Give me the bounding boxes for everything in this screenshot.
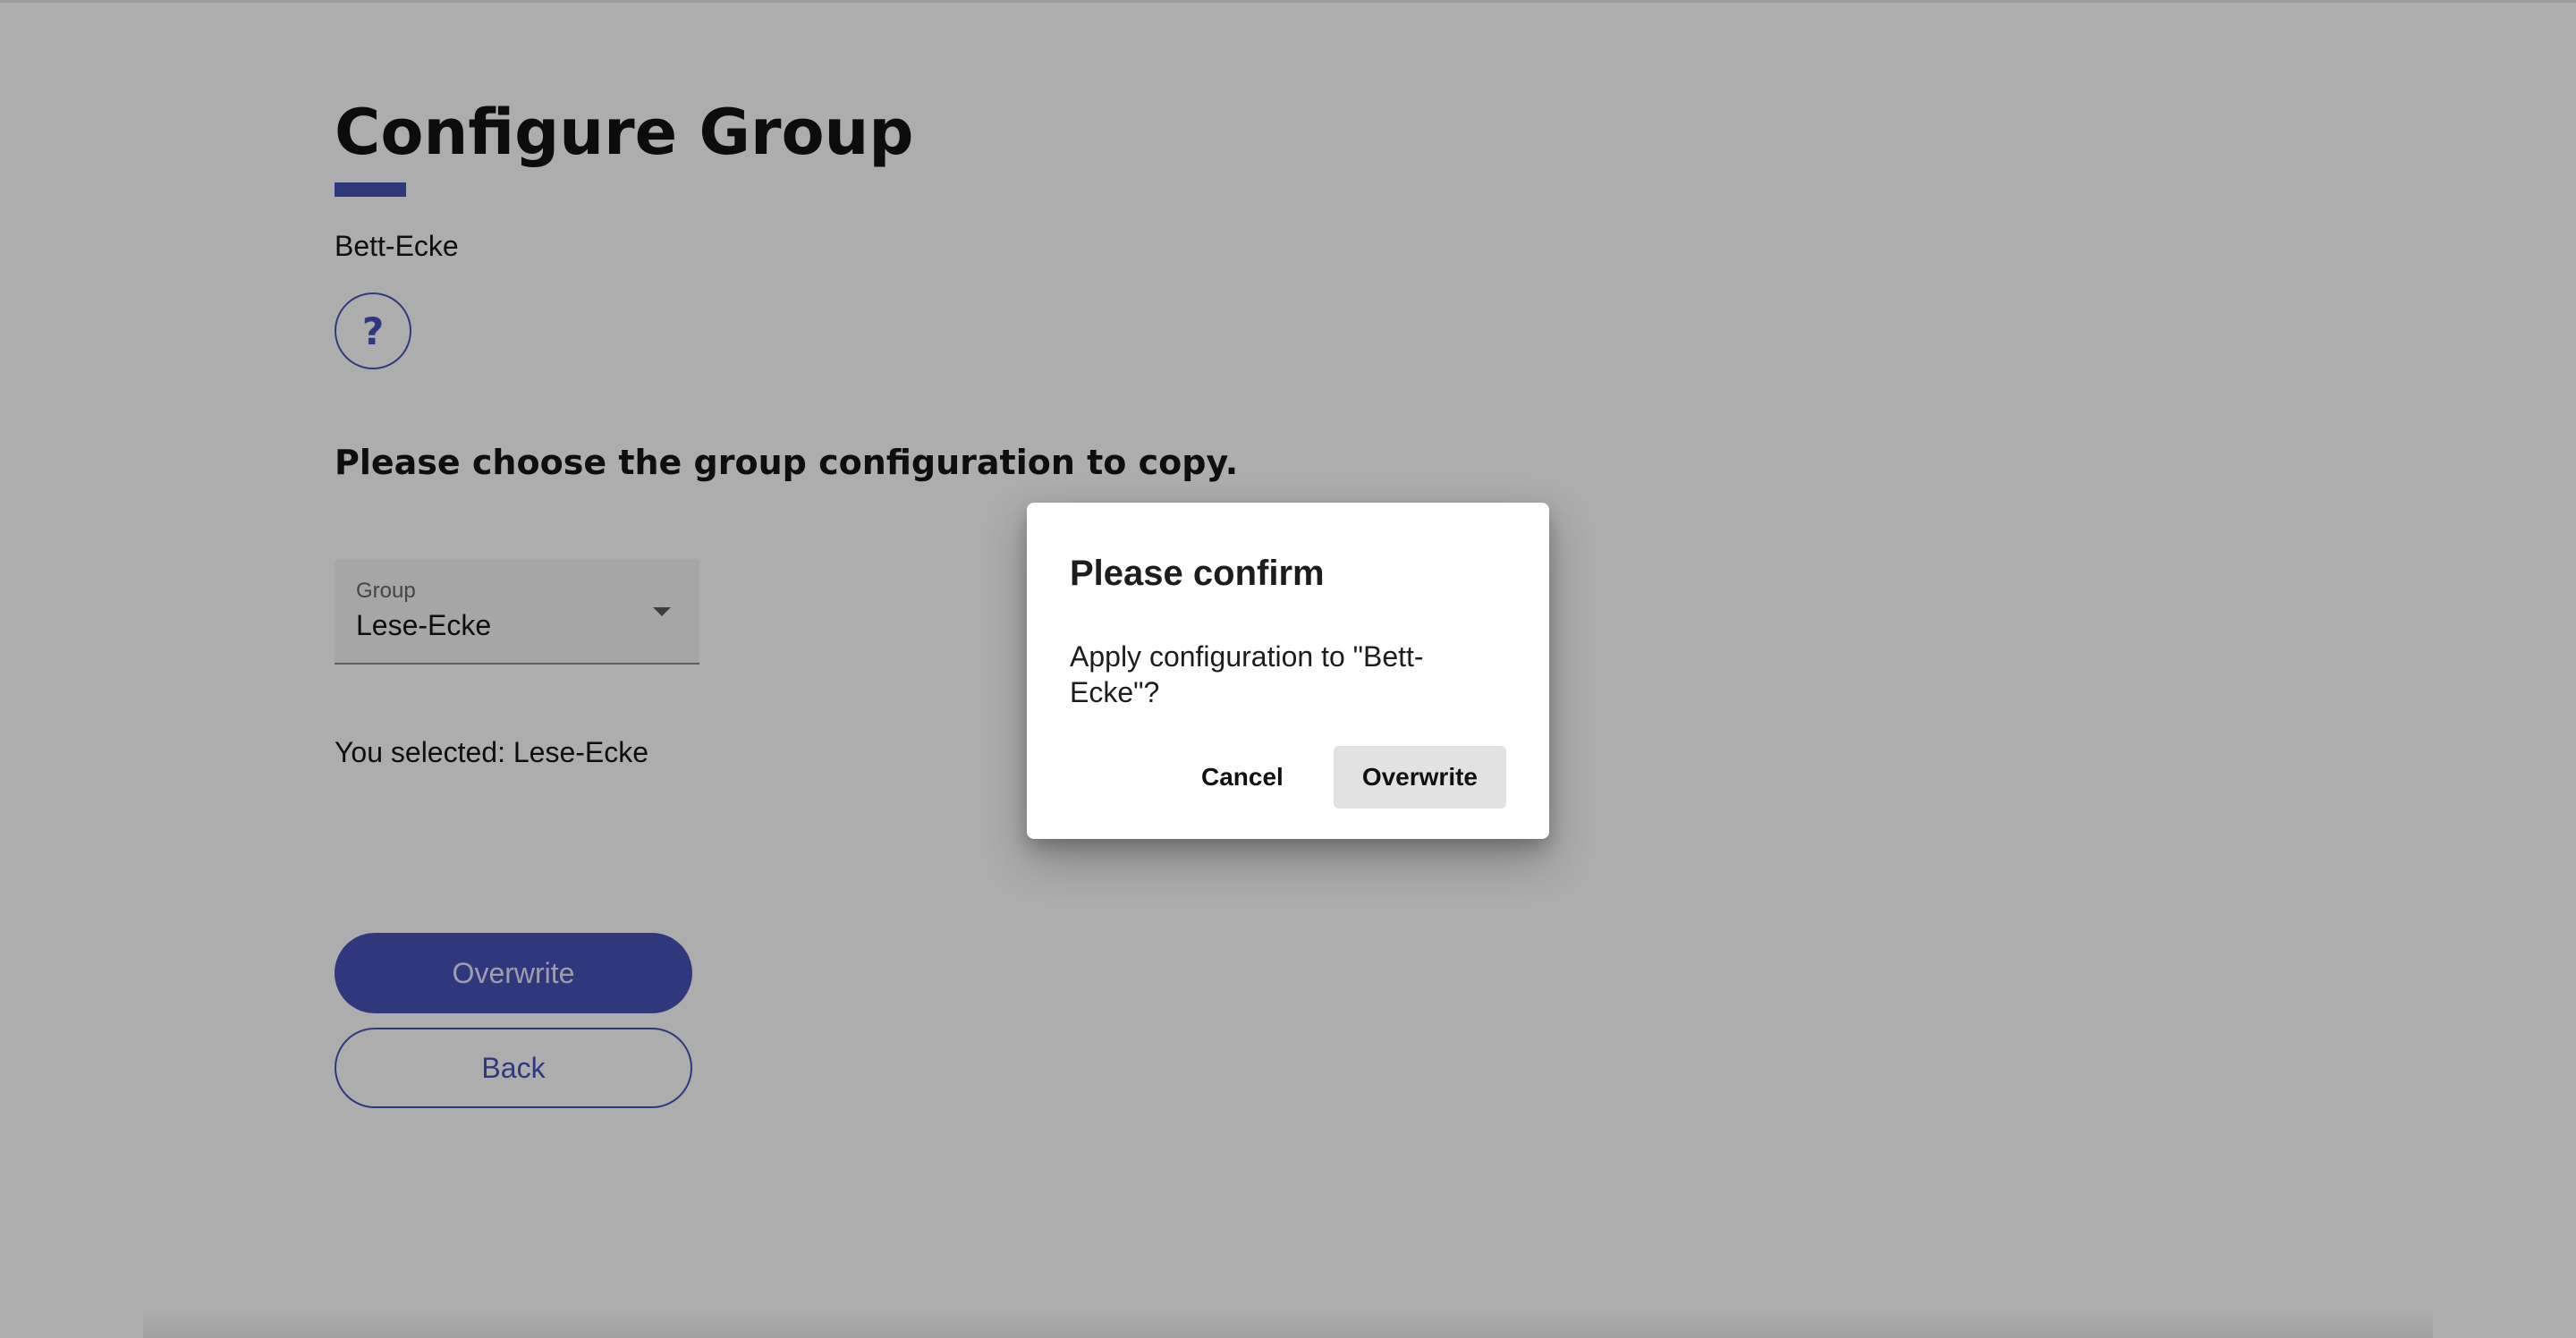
bottom-shade: [143, 1311, 2433, 1338]
dialog-message: Apply configuration to "Bett-Ecke"?: [1070, 640, 1424, 708]
dialog-title: Please confirm: [1070, 554, 1325, 593]
cancel-button[interactable]: Cancel: [1173, 746, 1312, 809]
dialog-actions: Cancel Overwrite: [1173, 746, 1506, 809]
app-page: Configure Group Bett-Ecke ? Please choos…: [0, 0, 2576, 1338]
confirm-dialog: Please confirm Apply configuration to "B…: [1027, 503, 1549, 839]
confirm-overwrite-button[interactable]: Overwrite: [1333, 746, 1506, 809]
